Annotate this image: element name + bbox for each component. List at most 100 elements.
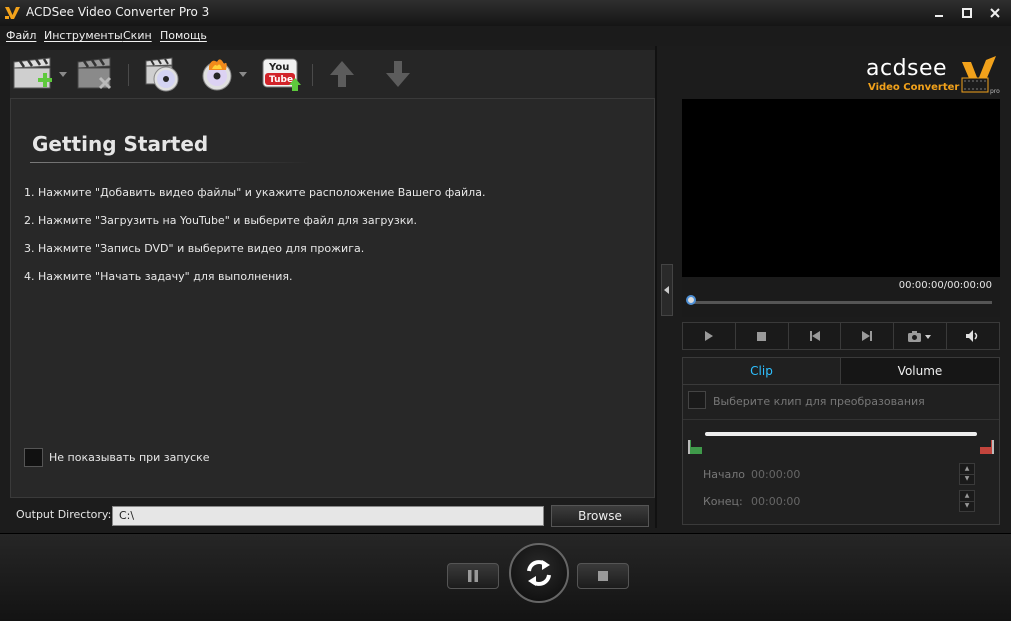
pause-button[interactable] (447, 563, 499, 589)
time-bar: 00:00:00/00:00:00 (682, 277, 1000, 317)
add-video-icon (13, 57, 52, 89)
pause-icon (468, 570, 478, 582)
seek-handle[interactable] (686, 295, 696, 305)
output-directory-label: Output Directory: (16, 508, 112, 521)
minimize-button[interactable] (928, 4, 950, 22)
start-convert-button[interactable] (509, 543, 569, 603)
close-icon (990, 8, 1000, 18)
move-up-button[interactable] (328, 56, 356, 92)
start-time-label: Начало (703, 468, 746, 481)
chevron-left-icon (664, 286, 669, 294)
play-icon (704, 331, 713, 341)
panel-divider (655, 46, 657, 528)
burn-dvd-icon (202, 59, 232, 91)
volume-button[interactable] (947, 323, 999, 349)
title-bar: ACDSee Video Converter Pro 3 (0, 0, 1011, 27)
minimize-icon (935, 15, 943, 17)
previous-button[interactable] (789, 323, 842, 349)
spin-down-icon[interactable]: ▼ (960, 475, 974, 485)
toolbar-separator (128, 64, 129, 86)
start-time-stepper[interactable]: ▲ ▼ (959, 463, 975, 485)
select-clip-checkbox[interactable] (688, 391, 706, 409)
menu-file[interactable]: Файл (6, 29, 36, 42)
toolbar: You Tube (10, 50, 655, 98)
divider (683, 419, 999, 420)
trim-track[interactable] (705, 432, 977, 436)
getting-started-title: Getting Started (32, 132, 209, 156)
browse-button[interactable]: Browse (551, 505, 649, 527)
camera-icon (908, 331, 932, 342)
select-clip-label: Выберите клип для преобразования (713, 395, 925, 408)
menu-bar: Файл Инструменты Скин Помощь (0, 26, 1011, 46)
stop-icon (757, 331, 767, 341)
brand-badge: pro (990, 88, 1000, 95)
stop-button[interactable] (736, 323, 789, 349)
trim-start-handle-icon[interactable] (687, 440, 703, 454)
spin-up-icon[interactable]: ▲ (960, 491, 974, 502)
brand-logo: acdsee Video Converter pro (866, 56, 1001, 96)
arrow-up-icon (330, 61, 354, 87)
step-2: 2. Нажмите "Загрузить на YouTube" и выбе… (24, 214, 417, 227)
remove-video-button[interactable] (76, 56, 116, 92)
video-preview (682, 99, 1000, 277)
time-display: 00:00:00/00:00:00 (898, 280, 992, 291)
upload-youtube-button[interactable]: You Tube (262, 56, 302, 92)
spin-up-icon[interactable]: ▲ (960, 464, 974, 475)
menu-tools[interactable]: Инструменты (44, 29, 123, 42)
arrow-down-icon (386, 61, 410, 87)
svg-text:Tube: Tube (269, 75, 293, 85)
clip-panel: Выберите клип для преобразования Начало … (682, 385, 1000, 525)
brand-product: Video Converter (868, 82, 960, 93)
seek-track[interactable] (690, 301, 992, 304)
clip-volume-tabs: Clip Volume (682, 357, 1000, 385)
app-logo-icon (5, 7, 20, 19)
left-panel: You Tube Getting Started 1. Нажмите "Доб… (10, 50, 655, 498)
burn-dvd-button[interactable] (198, 56, 247, 92)
burn-dvd-dropdown-icon[interactable] (239, 71, 247, 77)
tab-clip[interactable]: Clip (683, 358, 841, 384)
next-button[interactable] (841, 323, 895, 349)
dont-show-label: Не показывать при запуске (49, 451, 210, 464)
bottom-bar (0, 533, 1011, 621)
trim-end-handle-icon[interactable] (979, 440, 995, 454)
playback-controls (682, 322, 1000, 350)
step-1: 1. Нажмите "Добавить видео файлы" и укаж… (24, 186, 486, 199)
end-time-stepper[interactable]: ▲ ▼ (959, 490, 975, 512)
step-4: 4. Нажмите "Начать задачу" для выполнени… (24, 270, 293, 283)
svg-text:You: You (268, 62, 289, 73)
convert-refresh-icon (527, 560, 551, 586)
play-button[interactable] (683, 323, 736, 349)
output-directory-input[interactable]: C:\ (112, 506, 544, 526)
add-video-dropdown-icon[interactable] (59, 71, 67, 77)
stop-task-button[interactable] (577, 563, 629, 589)
skip-forward-icon (862, 331, 873, 341)
remove-video-icon (77, 57, 112, 90)
add-video-button[interactable] (12, 56, 67, 92)
menu-skin[interactable]: Скин (123, 29, 152, 42)
start-time-field[interactable]: 00:00:00 (751, 468, 800, 481)
end-time-label: Конец: (703, 495, 743, 508)
title-underline (30, 162, 310, 163)
toolbar-separator (312, 64, 313, 86)
maximize-button[interactable] (956, 4, 978, 22)
spin-down-icon[interactable]: ▼ (960, 502, 974, 512)
menu-help[interactable]: Помощь (160, 29, 207, 42)
move-down-button[interactable] (384, 56, 412, 92)
end-time-field[interactable]: 00:00:00 (751, 495, 800, 508)
step-3: 3. Нажмите "Запись DVD" и выберите видео… (24, 242, 365, 255)
dont-show-checkbox[interactable] (24, 448, 43, 467)
brand-name: acdsee (866, 56, 948, 81)
dvd-clapper-icon (145, 57, 179, 92)
skip-back-icon (809, 331, 820, 341)
collapse-panel-handle[interactable] (661, 264, 673, 316)
tab-volume[interactable]: Volume (841, 358, 999, 384)
convert-dvd-button[interactable] (142, 56, 182, 92)
snapshot-button[interactable] (894, 323, 948, 349)
close-button[interactable] (984, 4, 1006, 22)
maximize-icon (962, 8, 972, 18)
youtube-upload-icon: You Tube (262, 58, 301, 91)
speaker-icon (966, 330, 978, 342)
window-title: ACDSee Video Converter Pro 3 (26, 5, 210, 19)
stop-icon (598, 571, 608, 581)
getting-started-panel (10, 98, 655, 498)
